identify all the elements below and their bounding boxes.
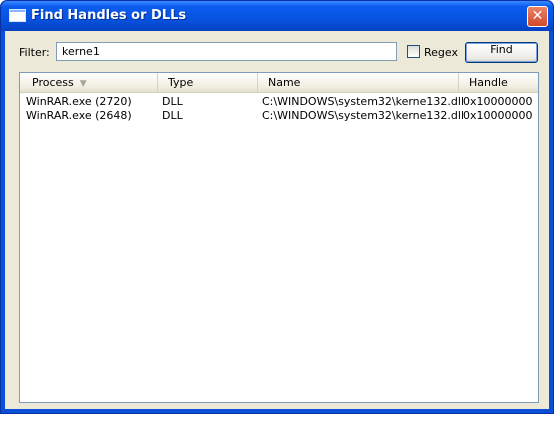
dialog-body: Filter: Regex Find Process ▼ Type Name Ha… bbox=[5, 31, 549, 409]
cell-process: WinRAR.exe (2720) bbox=[26, 95, 132, 108]
find-handles-dialog: Find Handles or DLLs ✕ Filter: Regex Fin… bbox=[0, 0, 554, 414]
regex-label[interactable]: Regex bbox=[424, 46, 458, 59]
results-list[interactable]: Process ▼ Type Name Handle WinRAR.exe (27… bbox=[19, 72, 539, 403]
table-row[interactable]: WinRAR.exe (2648) DLL C:\WINDOWS\system3… bbox=[20, 109, 538, 123]
find-button[interactable]: Find bbox=[465, 42, 538, 63]
cell-name: C:\WINDOWS\system32\kerne132.dll bbox=[262, 95, 465, 108]
column-header-handle[interactable]: Handle bbox=[459, 73, 538, 92]
cell-handle: 0x10000000 bbox=[463, 109, 533, 122]
cell-handle: 0x10000000 bbox=[463, 95, 533, 108]
window-icon bbox=[9, 9, 26, 22]
close-icon: ✕ bbox=[531, 8, 544, 24]
sort-descending-icon: ▼ bbox=[79, 79, 87, 89]
filter-label: Filter: bbox=[19, 46, 50, 59]
close-button[interactable]: ✕ bbox=[527, 6, 548, 27]
filter-input[interactable] bbox=[56, 42, 397, 61]
column-label: Process bbox=[32, 76, 74, 89]
column-header-process[interactable]: Process ▼ bbox=[20, 73, 158, 92]
cell-process: WinRAR.exe (2648) bbox=[26, 109, 132, 122]
cell-type: DLL bbox=[162, 109, 183, 122]
column-header-type[interactable]: Type bbox=[158, 73, 258, 92]
cell-type: DLL bbox=[162, 95, 183, 108]
cell-name: C:\WINDOWS\system32\kerne132.dll bbox=[262, 109, 465, 122]
title-bar[interactable]: Find Handles or DLLs ✕ bbox=[1, 1, 553, 31]
window-title: Find Handles or DLLs bbox=[31, 8, 187, 23]
table-row[interactable]: WinRAR.exe (2720) DLL C:\WINDOWS\system3… bbox=[20, 95, 538, 109]
column-header-name[interactable]: Name bbox=[258, 73, 459, 92]
regex-checkbox[interactable] bbox=[407, 45, 420, 58]
list-header: Process ▼ Type Name Handle bbox=[20, 73, 538, 93]
